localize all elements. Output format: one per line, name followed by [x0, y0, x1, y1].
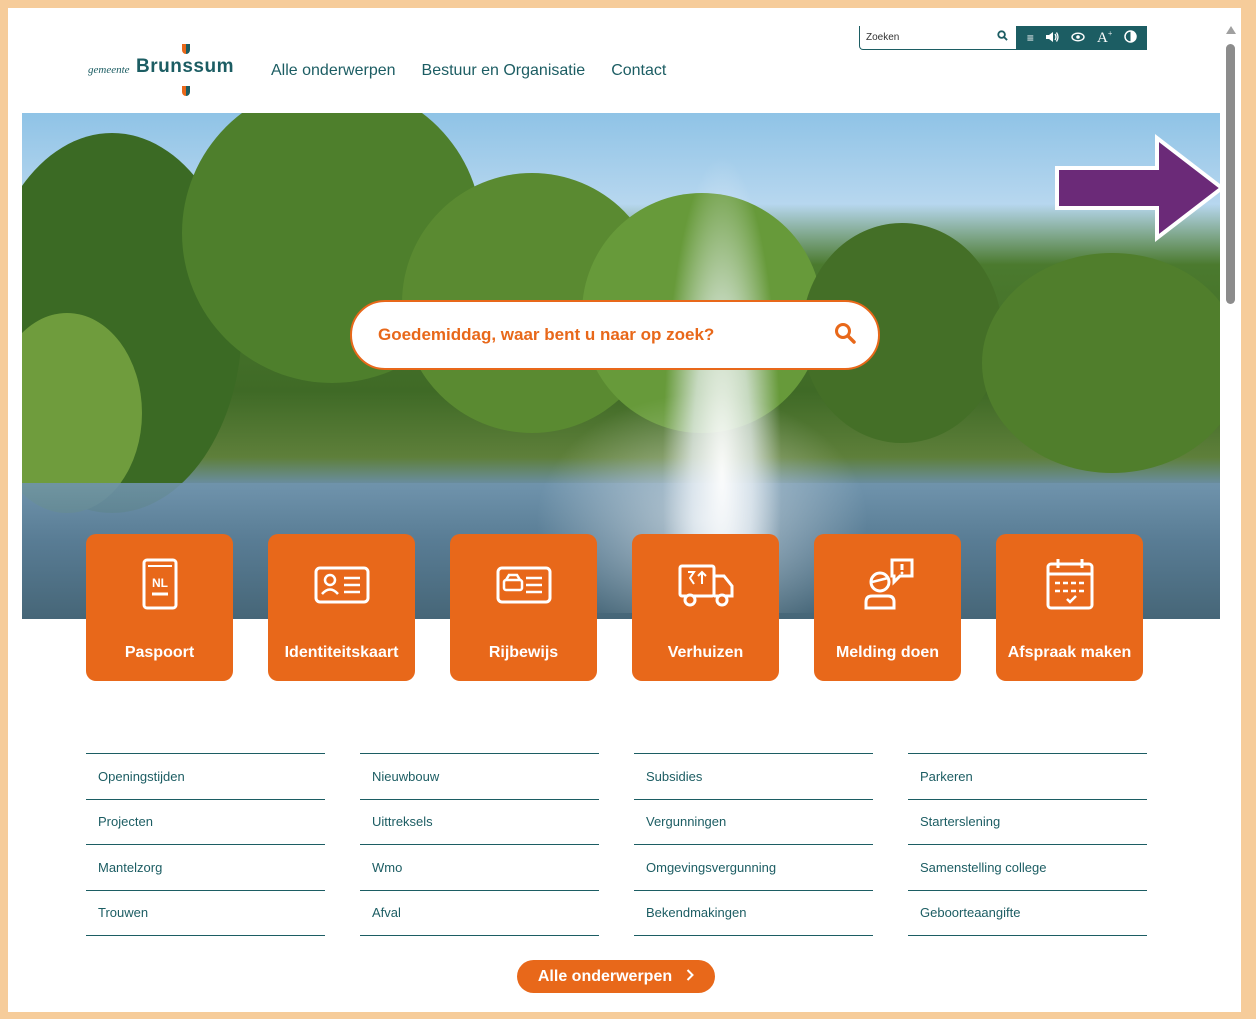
link-column: Subsidies Vergunningen Omgevingsvergunni… — [634, 753, 873, 936]
accessibility-tools: ≡ A+ — [1017, 26, 1147, 50]
quick-link[interactable]: Samenstelling college — [908, 845, 1147, 891]
tile-melding-doen[interactable]: Melding doen — [814, 534, 961, 681]
drivers-license-icon — [496, 566, 551, 604]
link-column: Openingstijden Projecten Mantelzorg Trou… — [86, 753, 325, 936]
shield-icon — [182, 44, 190, 54]
tile-label: Melding doen — [835, 644, 940, 661]
quick-link[interactable]: Trouwen — [86, 891, 325, 936]
quick-link[interactable]: Projecten — [86, 800, 325, 845]
hero-search-input[interactable] — [378, 325, 808, 345]
eye-icon[interactable] — [1071, 31, 1086, 45]
quick-link[interactable]: Omgevingsvergunning — [634, 845, 873, 891]
tile-verhuizen[interactable]: Verhuizen — [632, 534, 779, 681]
browser-viewport: gemeente Brunssum Alle onderwerpen Bestu… — [8, 8, 1241, 1012]
tile-label: Paspoort — [124, 644, 195, 661]
nav-bestuur-organisatie[interactable]: Bestuur en Organisatie — [422, 62, 586, 80]
arrow-annotation-icon — [1055, 133, 1220, 243]
utility-search-input[interactable] — [866, 27, 986, 47]
svg-text:NL: NL — [152, 576, 168, 590]
quick-link[interactable]: Parkeren — [908, 754, 1147, 800]
quick-link[interactable]: Vergunningen — [634, 800, 873, 845]
passport-icon: NL — [142, 558, 177, 610]
quick-links: Openingstijden Projecten Mantelzorg Trou… — [86, 753, 1147, 936]
tile-rijbewijs[interactable]: Rijbewijs — [450, 534, 597, 681]
scroll-thumb[interactable] — [1226, 44, 1235, 304]
report-person-icon — [864, 558, 913, 610]
quick-link[interactable]: Mantelzorg — [86, 845, 325, 891]
link-column: Nieuwbouw Uittreksels Wmo Afval — [360, 753, 599, 936]
search-icon[interactable] — [997, 30, 1008, 44]
tile-label: Identiteitskaart — [284, 644, 399, 661]
utility-bar: ≡ A+ — [859, 26, 1147, 50]
chevron-right-icon — [686, 968, 695, 986]
quick-link[interactable]: Uittreksels — [360, 800, 599, 845]
quick-link[interactable]: Openingstijden — [86, 754, 325, 800]
scroll-up-arrow-icon[interactable] — [1226, 26, 1236, 34]
site-header: gemeente Brunssum Alle onderwerpen Bestu… — [8, 8, 1220, 113]
tile-afspraak-maken[interactable]: Afspraak maken — [996, 534, 1143, 681]
tile-label: Afspraak maken — [1007, 644, 1132, 661]
main-nav: Alle onderwerpen Bestuur en Organisatie … — [271, 62, 666, 80]
font-size-icon[interactable]: A+ — [1097, 29, 1112, 47]
all-topics-label: Alle onderwerpen — [537, 967, 673, 985]
tile-paspoort[interactable]: NL Paspoort — [86, 534, 233, 681]
link-column: Parkeren Starterslening Samenstelling co… — [908, 753, 1147, 936]
tile-identiteitskaart[interactable]: Identiteitskaart — [268, 534, 415, 681]
speaker-icon[interactable] — [1045, 31, 1060, 46]
logo-name: Brunssum — [136, 56, 234, 77]
hero-search-box — [350, 300, 880, 370]
quick-link[interactable]: Subsidies — [634, 754, 873, 800]
contrast-icon[interactable] — [1124, 30, 1137, 46]
quick-link[interactable]: Wmo — [360, 845, 599, 891]
vertical-scrollbar[interactable] — [1221, 8, 1241, 1012]
tree-shape — [982, 253, 1220, 473]
quick-link[interactable]: Geboorteaangifte — [908, 891, 1147, 936]
service-tiles: NL Paspoort Identiteitskaart Rijbewijs V… — [86, 534, 1143, 681]
quick-link[interactable]: Nieuwbouw — [360, 754, 599, 800]
shield-icon — [182, 86, 190, 96]
logo-prefix: gemeente — [88, 64, 130, 76]
quick-link[interactable]: Starterslening — [908, 800, 1147, 845]
moving-truck-icon — [678, 564, 733, 607]
tile-label: Verhuizen — [667, 644, 744, 661]
brunssum-logo[interactable]: gemeente Brunssum — [88, 44, 238, 96]
tile-label: Rijbewijs — [488, 644, 559, 661]
nav-contact[interactable]: Contact — [611, 62, 666, 80]
calendar-icon — [1046, 559, 1093, 610]
all-topics-button[interactable]: Alle onderwerpen — [517, 960, 715, 993]
quick-link[interactable]: Afval — [360, 891, 599, 936]
quick-link[interactable]: Bekendmakingen — [634, 891, 873, 936]
id-card-icon — [314, 566, 369, 604]
utility-search — [859, 26, 1017, 50]
menu-icon[interactable]: ≡ — [1027, 31, 1034, 45]
nav-alle-onderwerpen[interactable]: Alle onderwerpen — [271, 62, 396, 80]
search-icon[interactable] — [834, 322, 856, 344]
